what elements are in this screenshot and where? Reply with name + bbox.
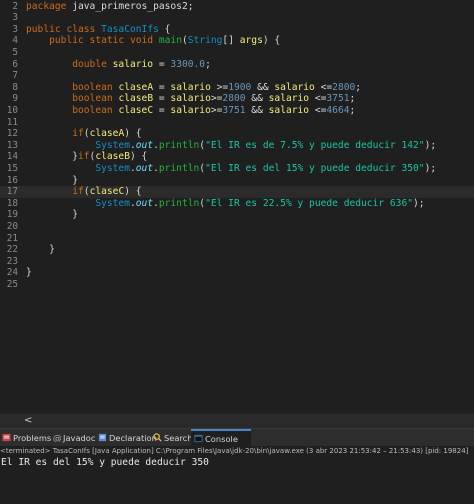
code-line[interactable]: 2 package java_primeros_pasos2;	[0, 1, 474, 13]
console-icon	[194, 434, 203, 443]
code-text[interactable]: }	[26, 267, 32, 279]
code-line[interactable]: 15 System.out.println("El IR es del 15% …	[0, 163, 474, 175]
code-line[interactable]: 14 }if(claseB) {	[0, 151, 474, 163]
code-text[interactable]: package java_primeros_pasos2;	[26, 1, 194, 13]
tab-declaration[interactable]: Declaration	[98, 429, 157, 447]
line-number: 8	[12, 81, 18, 93]
tab-console-label: Console	[205, 434, 238, 444]
code-line[interactable]: 18 System.out.println("El IR es 22.5% y …	[0, 198, 474, 210]
problems-icon	[2, 433, 11, 442]
code-editor[interactable]: 2 package java_primeros_pasos2; 3 3 public c…	[0, 0, 474, 414]
bottom-panel-tabs: Problems @Javadoc Declaration Search Con…	[0, 428, 474, 460]
code-text[interactable]: boolean claseB = salario>=2800 && salari…	[26, 93, 355, 105]
line-number: 13	[6, 139, 18, 151]
line-number: 5	[12, 46, 18, 58]
code-line[interactable]: 12 if(claseA) {	[0, 128, 474, 140]
line-number: 2	[12, 0, 18, 12]
code-text[interactable]: public class TasaConIfs {	[26, 24, 170, 36]
line-number: 3	[12, 12, 18, 24]
line-number: 3	[12, 23, 18, 35]
line-number: 12	[6, 128, 18, 140]
code-line[interactable]: 22 }	[0, 244, 474, 256]
code-line[interactable]: 6 double salario = 3300.0;	[0, 59, 474, 71]
line-number: 10	[6, 104, 18, 116]
console-output[interactable]: El IR es del 15% y puede deducir 350	[0, 457, 474, 504]
code-text[interactable]: public static void main(String[] args) {	[26, 35, 280, 47]
code-text[interactable]: System.out.println("El IR es del 15% y p…	[26, 163, 436, 175]
line-number: 25	[6, 278, 18, 290]
svg-text:@: @	[53, 434, 61, 442]
code-text[interactable]: boolean claseC = salario>=3751 && salari…	[26, 105, 355, 117]
code-text[interactable]: boolean claseA = salario >=1900 && salar…	[26, 82, 361, 94]
code-line[interactable]: 20	[0, 221, 474, 233]
line-number: 11	[6, 116, 18, 128]
code-line[interactable]: 21	[0, 233, 474, 245]
code-line[interactable]: 7	[0, 70, 474, 82]
line-number: 18	[6, 197, 18, 209]
code-line[interactable]: 10 boolean claseC = salario>=3751 && sal…	[0, 105, 474, 117]
code-line[interactable]: 24}	[0, 267, 474, 279]
tab-javadoc[interactable]: @Javadoc	[52, 429, 96, 447]
code-line[interactable]: 13 System.out.println("El IR es de 7.5% …	[0, 140, 474, 152]
line-number: 19	[6, 209, 18, 221]
code-text[interactable]: }	[26, 175, 78, 187]
code-text[interactable]: }if(claseB) {	[26, 151, 147, 163]
line-number: 9	[12, 93, 18, 105]
line-number: 24	[6, 267, 18, 279]
line-number: 7	[12, 70, 18, 82]
code-line[interactable]: 19 }	[0, 209, 474, 221]
code-line[interactable]: 16 }	[0, 175, 474, 187]
line-number: 4	[12, 35, 18, 47]
tab-javadoc-label: Javadoc	[63, 433, 96, 443]
code-text[interactable]: double salario = 3300.0;	[26, 59, 211, 71]
code-line[interactable]: 3	[0, 12, 474, 24]
code-text[interactable]: }	[26, 209, 78, 221]
console-status-line: <terminated> TasaConIfs [Java Applicatio…	[0, 446, 474, 457]
code-line[interactable]: 17 if(claseC) {	[0, 186, 474, 198]
search-icon	[153, 433, 162, 442]
code-line[interactable]: 11	[0, 117, 474, 129]
code-text[interactable]: if(claseA) {	[26, 128, 141, 140]
code-line[interactable]: 8 boolean claseA = salario >=1900 && sal…	[0, 82, 474, 94]
scroll-left-icon[interactable]: <	[24, 414, 32, 428]
horizontal-scrollbar[interactable]: <	[0, 414, 474, 428]
code-text[interactable]: System.out.println("El IR es 22.5% y pue…	[26, 198, 424, 210]
declaration-icon	[98, 433, 107, 442]
code-line[interactable]: 4 public static void main(String[] args)…	[0, 35, 474, 47]
line-number: 22	[6, 244, 18, 256]
tab-console[interactable]: Console ✕	[191, 429, 251, 460]
code-text[interactable]: }	[26, 244, 55, 256]
line-number: 17	[6, 186, 18, 198]
code-line[interactable]: 5	[0, 47, 474, 59]
tab-problems-label: Problems	[13, 433, 52, 443]
code-line[interactable]: 3 public class TasaConIfs {	[0, 24, 474, 36]
code-text[interactable]: if(claseC) {	[26, 186, 141, 198]
line-number: 6	[12, 58, 18, 70]
tab-search[interactable]: Search	[153, 429, 193, 447]
line-number: 21	[6, 232, 18, 244]
line-number: 20	[6, 220, 18, 232]
code-line[interactable]: 23	[0, 256, 474, 268]
tab-search-label: Search	[164, 433, 193, 443]
code-text[interactable]: System.out.println("El IR es de 7.5% y p…	[26, 140, 436, 152]
javadoc-icon: @	[53, 434, 61, 442]
line-number: 23	[6, 255, 18, 267]
code-line[interactable]: 25	[0, 279, 474, 291]
tab-problems[interactable]: Problems	[2, 429, 51, 447]
line-number: 16	[6, 174, 18, 186]
tab-declaration-label: Declaration	[109, 433, 157, 443]
line-number: 15	[6, 162, 18, 174]
code-line[interactable]: 9 boolean claseB = salario>=2800 && sala…	[0, 93, 474, 105]
line-number: 14	[6, 151, 18, 163]
